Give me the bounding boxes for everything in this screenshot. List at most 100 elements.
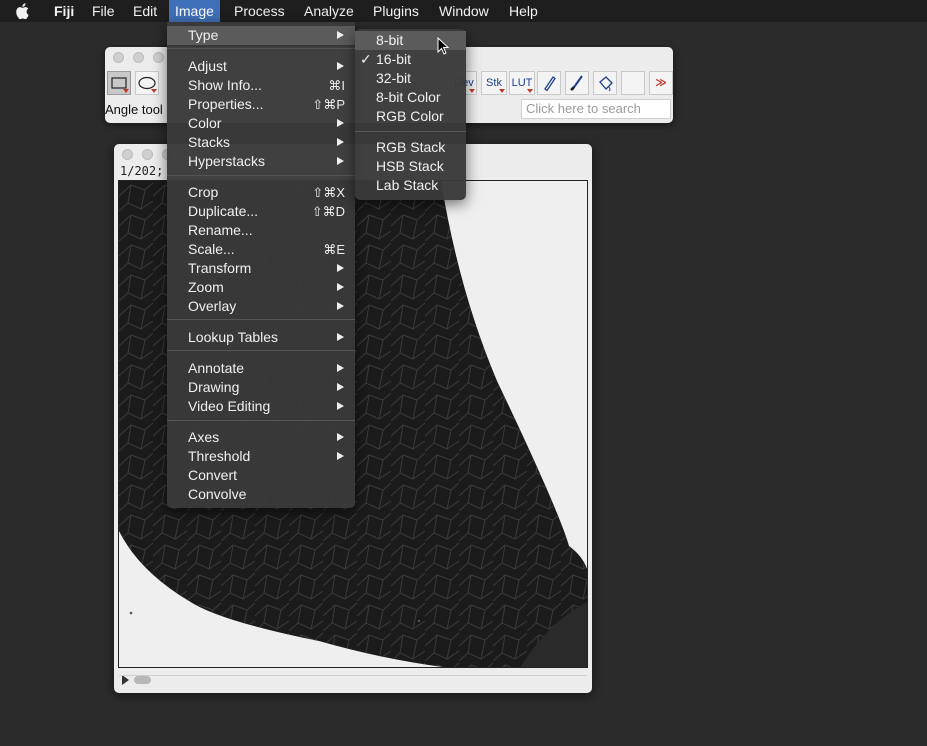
menu-item-label: Properties... [188, 96, 264, 112]
menu-image[interactable]: Image [169, 0, 220, 22]
menu-help[interactable]: Help [503, 0, 544, 22]
image-menu-item-properties[interactable]: Properties... ⇧⌘P [167, 95, 355, 114]
brush-tool[interactable] [565, 71, 589, 95]
pencil-icon [544, 76, 556, 92]
menu-item-label: RGB Color [376, 108, 444, 124]
image-menu-item-color[interactable]: Color [167, 114, 355, 133]
image-menu-item-type[interactable]: Type [167, 26, 355, 45]
menu-item-shortcut: ⇧⌘D [311, 204, 345, 219]
menu-item-label: Lab Stack [376, 177, 439, 193]
type-menu-item-8-bit-color[interactable]: 8-bit Color [355, 88, 466, 107]
type-menu-item-hsb-stack[interactable]: HSB Stack [355, 157, 466, 176]
menu-item-label: Video Editing [188, 398, 271, 414]
menu-item-label: Zoom [188, 279, 224, 295]
flood-fill-icon [599, 76, 613, 92]
image-info-text: 1/202; [120, 164, 164, 178]
menu-bar: Fiji File Edit Image Process Analyze Plu… [0, 0, 927, 22]
menu-item-label: Axes [188, 429, 220, 445]
type-menu-item-rgb-color[interactable]: RGB Color [355, 107, 466, 126]
rectangle-tool[interactable] [107, 71, 131, 95]
stack-slider[interactable] [119, 675, 587, 688]
image-menu-item-convert[interactable]: Convert [167, 466, 355, 485]
menu-item-label: Crop [188, 184, 219, 200]
menu-item-label: Adjust [188, 58, 227, 74]
image-menu-item-overlay[interactable]: Overlay [167, 297, 355, 316]
image-menu-item-threshold[interactable]: Threshold [167, 447, 355, 466]
image-menu-item-hyperstacks[interactable]: Hyperstacks [167, 152, 355, 171]
image-menu-item-zoom[interactable]: Zoom [167, 278, 355, 297]
type-menu-item-lab-stack[interactable]: Lab Stack [355, 176, 466, 195]
more-tools-button[interactable]: ≫ [649, 71, 673, 95]
image-menu-item-crop[interactable]: Crop ⇧⌘X [167, 183, 355, 202]
image-menu-item-video-editing[interactable]: Video Editing [167, 397, 355, 416]
menu-item-label: Duplicate... [188, 203, 259, 219]
type-menu-item-rgb-stack[interactable]: RGB Stack [355, 138, 466, 157]
menu-item-label: 32-bit [376, 70, 412, 86]
menu-item-label: Annotate [188, 360, 245, 376]
submenu-arrow-icon [337, 402, 344, 410]
image-menu-item-show-info[interactable]: Show Info... ⌘I [167, 76, 355, 95]
menu-edit[interactable]: Edit [127, 0, 163, 22]
zoom-button[interactable] [153, 52, 164, 63]
image-menu-item-convolve[interactable]: Convolve [167, 485, 355, 504]
stack-tools-button[interactable]: Stk [481, 71, 507, 95]
search-input[interactable]: Click here to search [521, 99, 671, 119]
flood-fill-tool[interactable] [593, 71, 617, 95]
menu-item-label: Threshold [188, 448, 251, 464]
stk-label: Stk [486, 77, 502, 89]
image-menu-item-rename[interactable]: Rename... [167, 221, 355, 240]
menu-plugins[interactable]: Plugins [367, 0, 425, 22]
submenu-arrow-icon [337, 31, 344, 39]
menu-item-shortcut: ⌘I [328, 78, 345, 93]
stack-slider-thumb[interactable] [134, 676, 151, 684]
apple-icon[interactable] [15, 0, 33, 22]
image-menu-item-annotate[interactable]: Annotate [167, 359, 355, 378]
menu-item-label: Convolve [188, 486, 247, 502]
submenu-arrow-icon [337, 433, 344, 441]
submenu-arrow-icon [337, 383, 344, 391]
type-menu-item-32-bit[interactable]: 32-bit [355, 69, 466, 88]
menu-separator [167, 420, 355, 421]
app-menu-fiji[interactable]: Fiji [48, 0, 80, 22]
image-menu-item-lookup-tables[interactable]: Lookup Tables [167, 328, 355, 347]
status-text: Angle tool [105, 102, 163, 117]
menu-window[interactable]: Window [433, 0, 495, 22]
menu-analyze[interactable]: Analyze [298, 0, 360, 22]
lut-button[interactable]: LUT [509, 71, 535, 95]
close-button[interactable] [113, 52, 124, 63]
submenu-arrow-icon [337, 283, 344, 291]
pencil-tool[interactable] [537, 71, 561, 95]
menu-item-label: Type [188, 27, 219, 43]
image-menu-item-transform[interactable]: Transform [167, 259, 355, 278]
image-menu-item-adjust[interactable]: Adjust [167, 57, 355, 76]
menu-item-label: 8-bit Color [376, 89, 441, 105]
image-minimize-button[interactable] [142, 149, 153, 160]
menu-item-label: Overlay [188, 298, 237, 314]
menu-separator [167, 319, 355, 320]
oval-tool[interactable] [135, 71, 159, 95]
menu-item-label: Convert [188, 467, 238, 483]
empty-tool-slot[interactable] [621, 71, 645, 95]
submenu-arrow-icon [337, 62, 344, 70]
submenu-arrow-icon [337, 264, 344, 272]
lut-label: LUT [511, 77, 533, 89]
submenu-arrow-icon [337, 333, 344, 341]
minimize-button[interactable] [133, 52, 144, 63]
image-menu-item-drawing[interactable]: Drawing [167, 378, 355, 397]
menu-process[interactable]: Process [228, 0, 291, 22]
mouse-cursor-icon [437, 37, 450, 55]
menu-item-label: Lookup Tables [188, 329, 279, 345]
menu-separator [167, 350, 355, 351]
image-menu-item-scale[interactable]: Scale... ⌘E [167, 240, 355, 259]
menu-item-shortcut: ⌘E [323, 242, 345, 257]
image-menu-item-duplicate[interactable]: Duplicate... ⇧⌘D [167, 202, 355, 221]
image-menu-item-stacks[interactable]: Stacks [167, 133, 355, 152]
submenu-arrow-icon [337, 119, 344, 127]
menu-item-label: Transform [188, 260, 252, 276]
image-close-button[interactable] [122, 149, 133, 160]
menu-item-label: Show Info... [188, 77, 262, 93]
image-menu-item-axes[interactable]: Axes [167, 428, 355, 447]
menu-file[interactable]: File [86, 0, 121, 22]
menu-separator [167, 175, 355, 176]
submenu-arrow-icon [337, 452, 344, 460]
